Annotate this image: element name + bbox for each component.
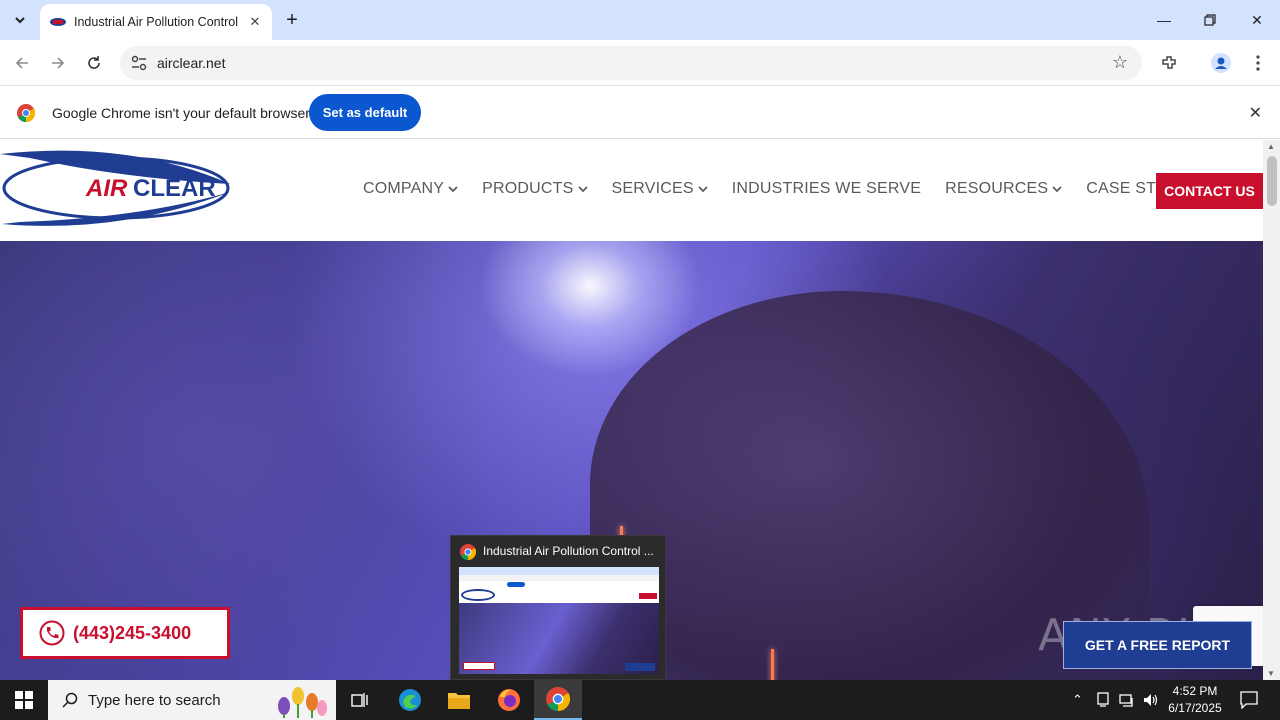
restore-icon[interactable] <box>1198 8 1222 32</box>
task-view-button[interactable] <box>336 680 384 720</box>
site-info-icon[interactable] <box>130 54 148 72</box>
forward-icon[interactable] <box>45 50 71 76</box>
chevron-down-icon <box>448 186 458 193</box>
main-nav: COMPANY PRODUCTS SERVICES INDUSTRIES WE SER… <box>363 180 1230 198</box>
start-button[interactable] <box>0 680 48 720</box>
url-text: airclear.net <box>157 55 226 71</box>
nav-item-label: PRODUCTS <box>482 180 574 197</box>
nav-item-label: COMPANY <box>363 180 445 197</box>
chevron-down-icon <box>698 186 708 193</box>
edge-icon <box>399 689 421 711</box>
chrome-icon <box>546 687 570 711</box>
nav-item-label: SERVICES <box>611 180 694 197</box>
scrollbar-thumb[interactable] <box>1267 156 1277 206</box>
infobar-message: Google Chrome isn't your default browser <box>52 105 310 121</box>
window-close-icon[interactable]: ✕ <box>1245 8 1269 32</box>
clock-time: 4:52 PM <box>1172 684 1218 698</box>
infobar-close-icon[interactable]: ✕ <box>1249 103 1262 123</box>
nav-item-products[interactable]: PRODUCTS <box>482 180 588 198</box>
tab-close-icon[interactable]: ✕ <box>246 13 264 31</box>
extensions-icon[interactable] <box>1158 52 1180 74</box>
page-scrollbar[interactable]: ▲ ▼ <box>1263 140 1280 680</box>
scroll-down-icon[interactable]: ▼ <box>1267 669 1275 678</box>
chrome-logo-icon <box>460 544 476 560</box>
preview-title: Industrial Air Pollution Control ... <box>483 544 654 558</box>
tab-strip: Industrial Air Pollution Control ✕ + — ✕ <box>0 0 1280 40</box>
firefox-icon <box>498 689 520 711</box>
search-placeholder: Type here to search <box>88 691 221 709</box>
tab-search-button[interactable] <box>6 6 34 34</box>
meet-now-icon[interactable] <box>1096 692 1110 708</box>
chrome-logo-icon <box>17 104 35 122</box>
search-icon <box>62 692 78 708</box>
airclear-logo[interactable]: AIR CLEAR <box>0 148 232 228</box>
task-view-icon <box>351 693 368 707</box>
firefox-app[interactable] <box>485 680 533 720</box>
folder-icon <box>448 693 470 709</box>
nav-item-label: RESOURCES <box>945 180 1049 197</box>
profile-icon[interactable] <box>1210 52 1232 74</box>
chevron-down-icon <box>15 17 25 24</box>
tulip-decoration-icon <box>278 687 327 718</box>
browser-toolbar: airclear.net ☆ <box>0 40 1280 86</box>
clock-date: 6/17/2025 <box>1168 701 1222 715</box>
phone-callout[interactable]: (443)245-3400 <box>20 607 230 659</box>
minimize-icon[interactable]: — <box>1152 8 1176 32</box>
file-explorer-app[interactable] <box>435 680 483 720</box>
nav-item-resources[interactable]: RESOURCES <box>945 180 1062 198</box>
address-bar[interactable]: airclear.net ☆ <box>120 46 1142 80</box>
chevron-down-icon <box>1052 186 1062 193</box>
browser-tab-active[interactable]: Industrial Air Pollution Control ✕ <box>40 4 272 40</box>
new-tab-button[interactable]: + <box>280 8 304 32</box>
back-icon[interactable] <box>9 50 35 76</box>
edge-app[interactable] <box>386 680 434 720</box>
phone-number: (443)245-3400 <box>73 622 192 643</box>
logo-text-air: AIR <box>85 175 128 202</box>
network-icon[interactable] <box>1119 692 1135 708</box>
scroll-up-icon[interactable]: ▲ <box>1267 142 1275 151</box>
default-browser-infobar: Google Chrome isn't your default browser… <box>0 87 1280 139</box>
menu-kebab-icon[interactable] <box>1247 52 1269 74</box>
taskbar-search[interactable]: Type here to search <box>48 680 336 720</box>
windows-taskbar: Type here to search ⌃ 4:52 PM 6/17/2025 <box>0 680 1280 720</box>
taskbar-thumbnail-preview[interactable]: Industrial Air Pollution Control ... <box>450 535 666 680</box>
set-as-default-button[interactable]: Set as default <box>309 94 421 131</box>
airclear-favicon-icon <box>50 18 66 26</box>
site-header: AIR CLEAR COMPANY PRODUCTS SERVICES INDUSTR… <box>0 140 1263 241</box>
get-free-report-button[interactable]: GET A FREE REPORT <box>1063 621 1252 669</box>
logo-text-clear: CLEAR <box>133 175 216 202</box>
chrome-app[interactable] <box>534 680 582 720</box>
windows-logo-icon <box>15 691 33 709</box>
nav-item-label: INDUSTRIES WE SERVE <box>731 180 922 197</box>
nav-item-services[interactable]: SERVICES <box>612 180 708 198</box>
reload-icon[interactable] <box>81 50 107 76</box>
volume-icon[interactable] <box>1143 692 1159 708</box>
system-clock[interactable]: 4:52 PM 6/17/2025 <box>1160 683 1230 717</box>
tray-overflow-chevron-icon[interactable]: ⌃ <box>1072 692 1083 708</box>
bookmark-star-icon[interactable]: ☆ <box>1112 52 1128 73</box>
chevron-down-icon <box>577 186 588 193</box>
notifications-icon[interactable] <box>1240 691 1258 709</box>
nav-item-industries-we-serve[interactable]: INDUSTRIES WE SERVE <box>732 180 921 198</box>
phone-icon <box>39 620 65 646</box>
preview-screenshot <box>459 567 659 674</box>
spark <box>771 649 774 680</box>
tab-title: Industrial Air Pollution Control <box>74 15 238 29</box>
contact-us-button[interactable]: CONTACT US <box>1156 173 1263 209</box>
nav-item-company[interactable]: COMPANY <box>363 180 458 198</box>
